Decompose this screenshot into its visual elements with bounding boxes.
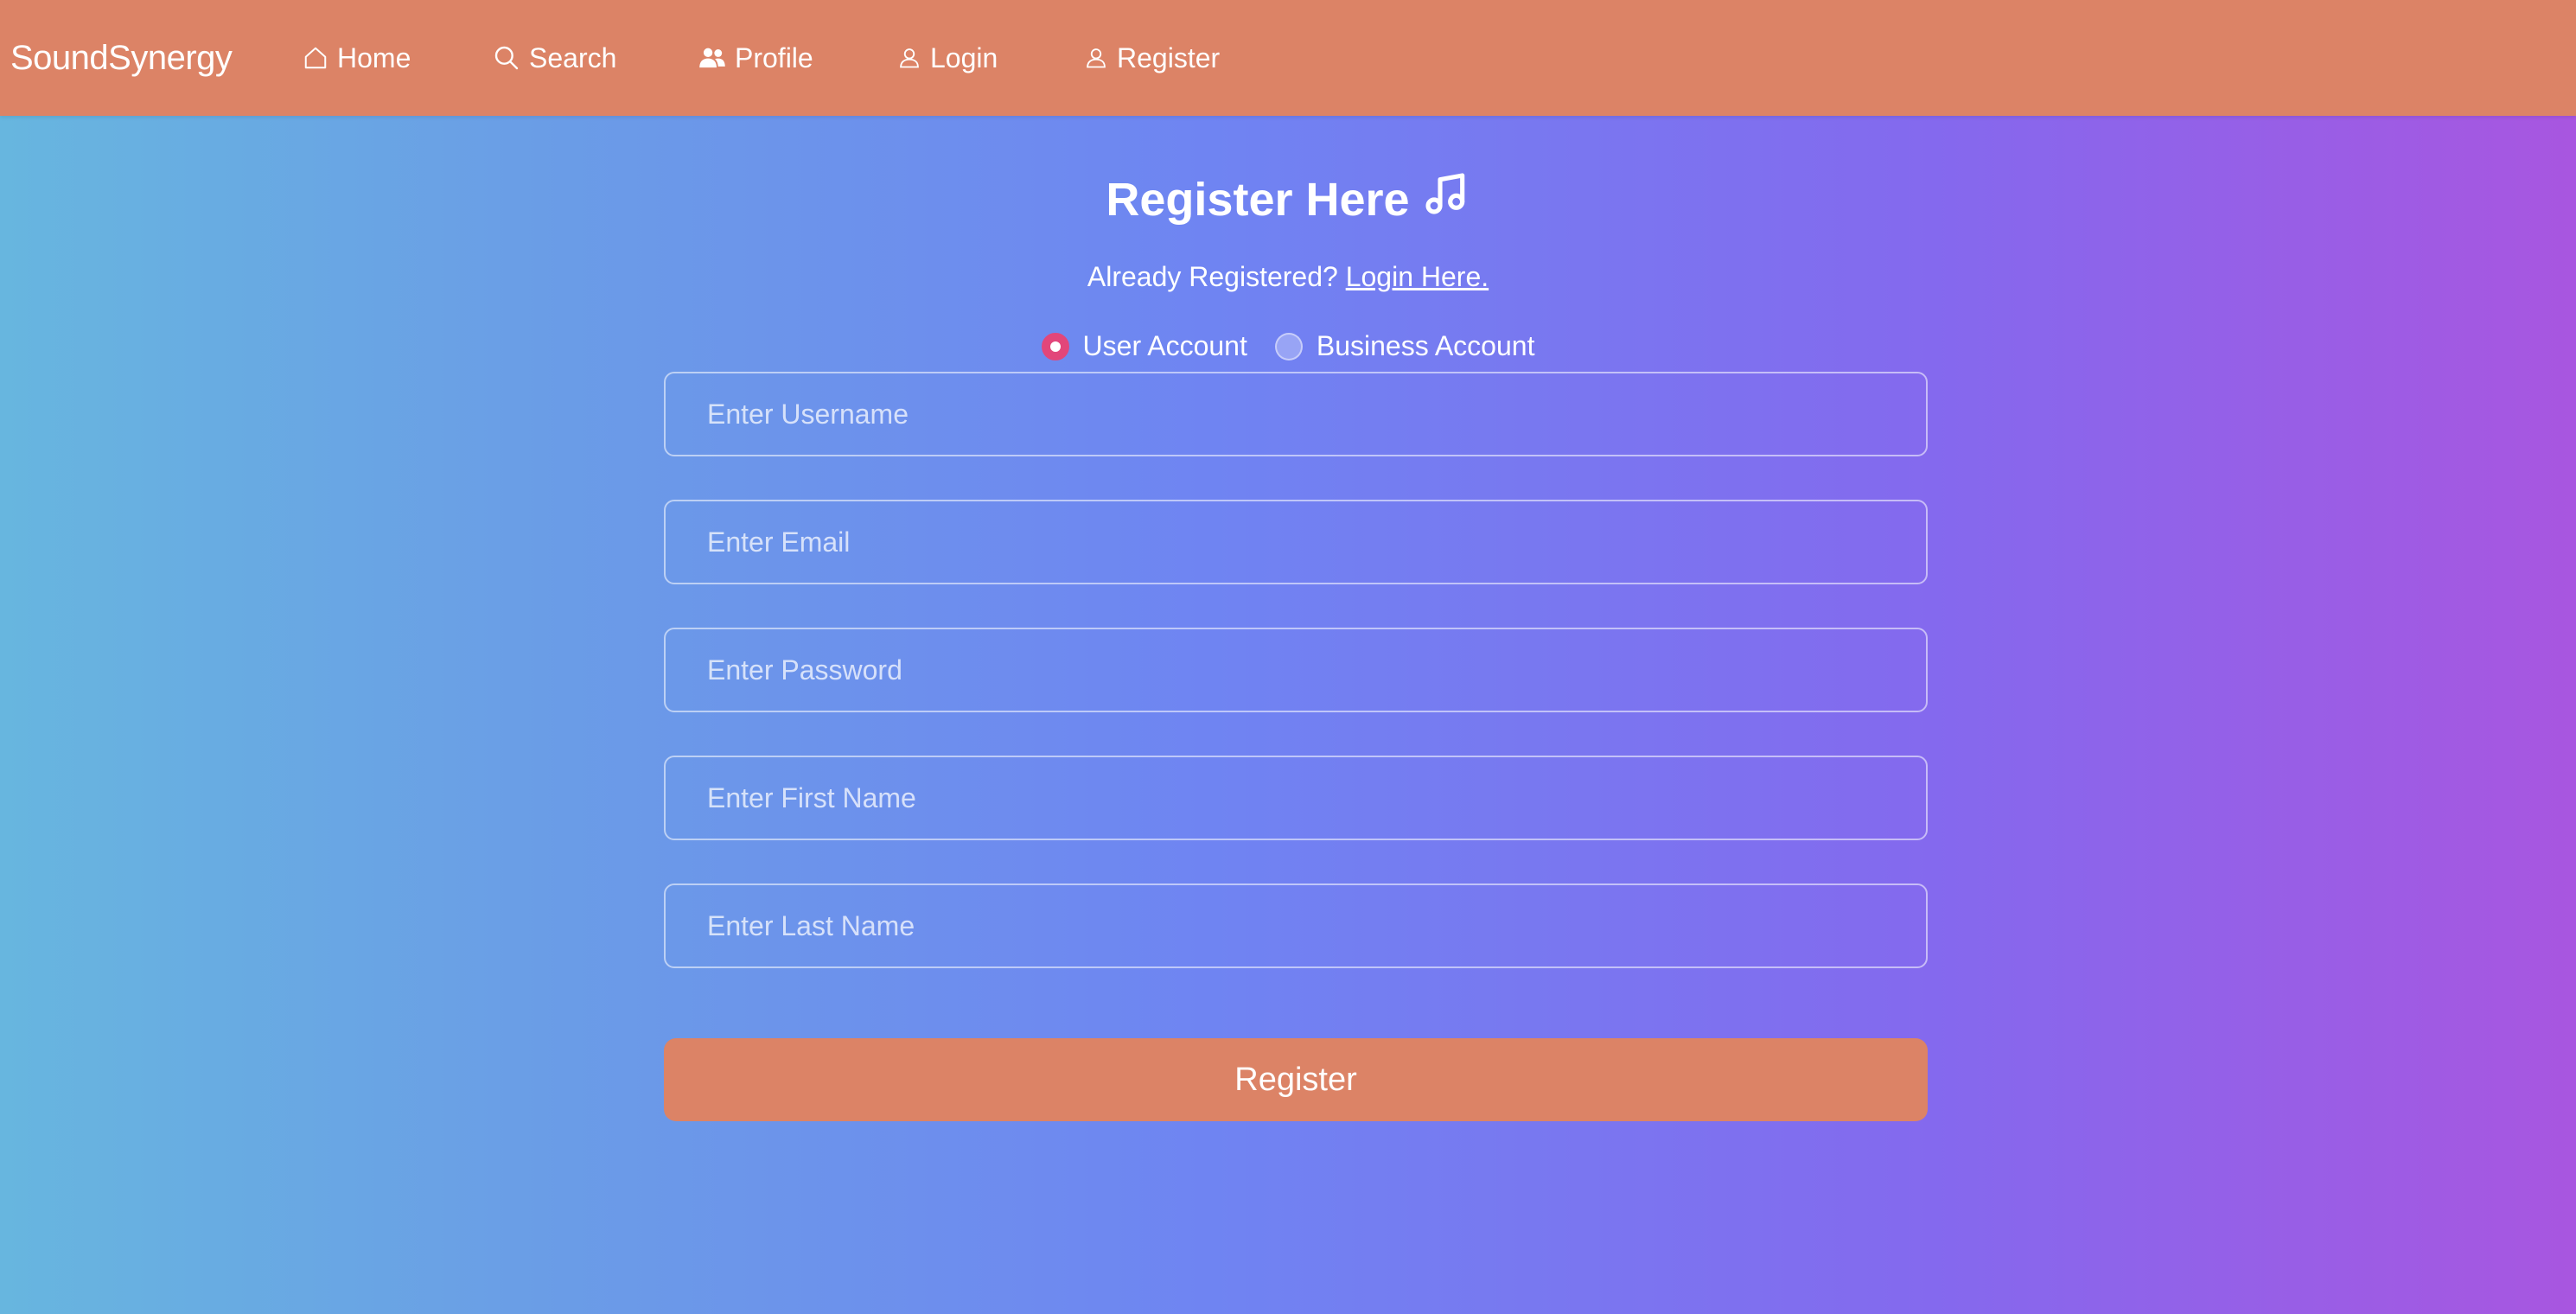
username-field[interactable] [664,372,1928,456]
user-icon [897,46,921,70]
radio-business-account-label[interactable]: Business Account [1317,330,1535,362]
search-icon [493,44,520,72]
email-field[interactable] [664,500,1928,584]
navbar: SoundSynergy Home Search Profile Login R… [0,0,2576,116]
radio-button-checked[interactable] [1041,332,1069,360]
last-name-field[interactable] [664,883,1928,968]
nav-item-search-label: Search [529,41,617,73]
home-icon [303,45,328,71]
nav-item-register[interactable]: Register [1084,0,1220,116]
music-note-icon [1422,169,1470,229]
brand-logo[interactable]: SoundSynergy [10,0,233,116]
first-name-field[interactable] [664,756,1928,840]
page-title-text: Register Here [1106,173,1410,226]
nav-item-login-label: Login [930,41,998,73]
already-registered: Already Registered? Login Here. [0,261,2576,293]
register-button[interactable]: Register [664,1038,1928,1121]
nav-item-profile-label: Profile [735,41,813,73]
users-icon [698,46,726,70]
radio-user-account[interactable]: User Account [1041,330,1247,362]
nav-item-profile[interactable]: Profile [698,0,813,116]
radio-button-unchecked[interactable] [1274,332,1303,360]
nav-item-home-label: Home [337,41,411,73]
nav-item-search[interactable]: Search [493,0,616,116]
nav-item-login[interactable]: Login [897,0,998,116]
radio-user-account-label[interactable]: User Account [1083,330,1247,362]
user-icon [1084,46,1108,70]
nav-item-register-label: Register [1117,41,1221,73]
already-registered-text: Already Registered? [1087,261,1338,292]
account-type-radios: User Account Business Account [0,330,2576,362]
login-link[interactable]: Login Here. [1346,261,1489,292]
page-title: Register Here [0,169,2576,229]
nav-item-home[interactable]: Home [303,0,411,116]
radio-business-account[interactable]: Business Account [1274,330,1535,362]
password-field[interactable] [664,628,1928,712]
